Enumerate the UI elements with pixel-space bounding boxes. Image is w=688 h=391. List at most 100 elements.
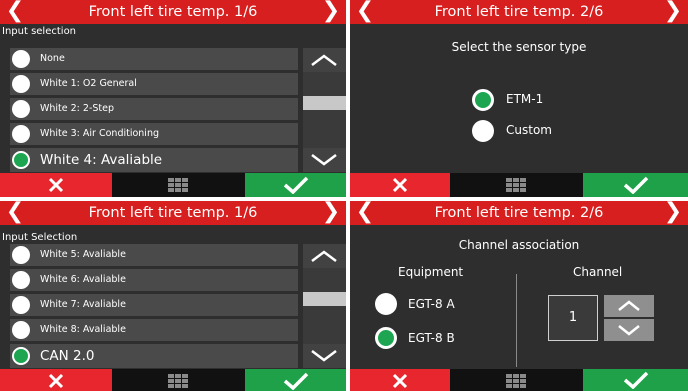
page-title: Front left tire temp. 1/6 — [88, 205, 258, 221]
scroll-thumb[interactable] — [303, 292, 346, 306]
prev-button[interactable]: ❮ — [354, 0, 376, 24]
list-item-selected[interactable]: White 4: Avaliable — [10, 148, 298, 172]
radio-icon — [12, 296, 30, 314]
menu-button[interactable] — [112, 173, 245, 197]
confirm-button[interactable] — [583, 173, 688, 197]
cancel-button[interactable] — [0, 173, 112, 197]
grid-icon — [506, 178, 526, 192]
radio-icon — [12, 271, 30, 289]
panel-input-selection-1: Front left tire temp. 1/6 ❮ ❯ Input sele… — [0, 0, 346, 197]
confirm-button[interactable] — [583, 369, 688, 391]
scroll-up-button[interactable] — [303, 244, 346, 268]
footer-bar — [350, 173, 688, 197]
list-item[interactable]: None — [10, 48, 298, 70]
list-item[interactable]: White 2: 2-Step — [10, 98, 298, 120]
footer-bar — [350, 369, 688, 391]
option-etm-1[interactable]: ETM-1 — [472, 88, 582, 114]
chevron-right-icon: ❯ — [321, 201, 341, 224]
list-item-label: White 7: Avaliable — [40, 299, 126, 310]
list-item[interactable]: White 8: Avaliable — [10, 319, 298, 341]
radio-icon — [12, 75, 30, 93]
cancel-button[interactable] — [350, 369, 450, 391]
check-icon — [623, 176, 649, 194]
channel-label: Channel — [573, 265, 623, 279]
radio-icon — [472, 120, 494, 142]
footer-bar — [0, 173, 346, 197]
x-icon — [48, 373, 64, 389]
radio-icon — [375, 293, 397, 315]
chevron-up-icon — [311, 54, 337, 66]
list-item-label: White 8: Avaliable — [40, 324, 126, 335]
x-icon — [392, 373, 408, 389]
list-label: Input Selection — [2, 232, 78, 243]
list-item-label: White 1: O2 General — [40, 78, 137, 89]
prev-button[interactable]: ❮ — [354, 201, 376, 225]
decrement-button[interactable] — [604, 319, 654, 341]
radio-icon — [12, 125, 30, 143]
check-icon — [283, 176, 309, 194]
increment-button[interactable] — [604, 295, 654, 317]
scroll-down-button[interactable] — [303, 344, 346, 368]
grid-icon — [506, 374, 526, 388]
option-label: Custom — [506, 123, 552, 137]
prev-button[interactable]: ❮ — [4, 0, 26, 24]
check-icon — [283, 372, 309, 390]
menu-button[interactable] — [450, 173, 583, 197]
scroll-up-button[interactable] — [303, 48, 346, 72]
radio-selected-icon — [12, 347, 30, 365]
section-heading: Channel association — [458, 238, 580, 252]
column-divider — [516, 274, 517, 367]
confirm-button[interactable] — [245, 369, 346, 391]
header-bar: Front left tire temp. 1/6 ❮ ❯ — [0, 201, 346, 225]
page-title: Front left tire temp. 2/6 — [434, 205, 604, 221]
cancel-button[interactable] — [0, 369, 112, 391]
list-item[interactable]: White 5: Avaliable — [10, 244, 298, 266]
list-item-label: White 2: 2-Step — [40, 103, 115, 114]
menu-button[interactable] — [112, 369, 245, 391]
scrollbar[interactable] — [303, 48, 346, 172]
next-button[interactable]: ❯ — [662, 0, 684, 24]
panel-input-selection-2: Front left tire temp. 1/6 ❮ ❯ Input Sele… — [0, 201, 346, 391]
list-item[interactable]: White 3: Air Conditioning — [10, 123, 298, 145]
panel-sensor-type: Front left tire temp. 2/6 ❮ ❯ Select the… — [350, 0, 688, 197]
next-button[interactable]: ❯ — [320, 201, 342, 225]
list-label: Input selection — [2, 26, 77, 37]
prev-button[interactable]: ❮ — [4, 201, 26, 225]
check-icon — [623, 371, 649, 389]
confirm-button[interactable] — [245, 173, 346, 197]
channel-value[interactable]: 1 — [548, 295, 598, 341]
header-bar: Front left tire temp. 2/6 ❮ ❯ — [350, 201, 688, 225]
radio-icon — [12, 50, 30, 68]
option-label: EGT-8 B — [408, 331, 455, 345]
list-item[interactable]: White 6: Avaliable — [10, 269, 298, 291]
cancel-button[interactable] — [350, 173, 450, 197]
chevron-left-icon: ❮ — [355, 201, 375, 224]
option-label: EGT-8 A — [408, 297, 455, 311]
chevron-right-icon: ❯ — [663, 0, 683, 23]
chevron-right-icon: ❯ — [663, 201, 683, 224]
header-bar: Front left tire temp. 1/6 ❮ ❯ — [0, 0, 346, 24]
chevron-left-icon: ❮ — [5, 0, 25, 23]
radio-icon — [12, 100, 30, 118]
list-item-label: CAN 2.0 — [40, 348, 95, 364]
chevron-down-icon — [311, 350, 337, 362]
list-item-label: White 4: Avaliable — [40, 152, 163, 168]
radio-selected-icon — [375, 327, 397, 349]
scroll-thumb[interactable] — [303, 96, 346, 110]
list-item[interactable]: White 1: O2 General — [10, 73, 298, 95]
chevron-up-icon — [311, 250, 337, 262]
next-button[interactable]: ❯ — [320, 0, 342, 24]
chevron-down-icon — [618, 325, 640, 336]
next-button[interactable]: ❯ — [662, 201, 684, 225]
option-custom[interactable]: Custom — [472, 119, 582, 145]
list-item-selected[interactable]: CAN 2.0 — [10, 344, 298, 368]
page-title: Front left tire temp. 2/6 — [434, 4, 604, 20]
list-item[interactable]: White 7: Avaliable — [10, 294, 298, 316]
option-egt-8-a[interactable]: EGT-8 A — [375, 292, 495, 318]
channel-stepper: 1 — [548, 295, 654, 341]
radio-selected-icon — [12, 151, 30, 169]
scroll-down-button[interactable] — [303, 148, 346, 172]
option-egt-8-b[interactable]: EGT-8 B — [375, 326, 495, 352]
menu-button[interactable] — [450, 369, 583, 391]
scrollbar[interactable] — [303, 244, 346, 368]
